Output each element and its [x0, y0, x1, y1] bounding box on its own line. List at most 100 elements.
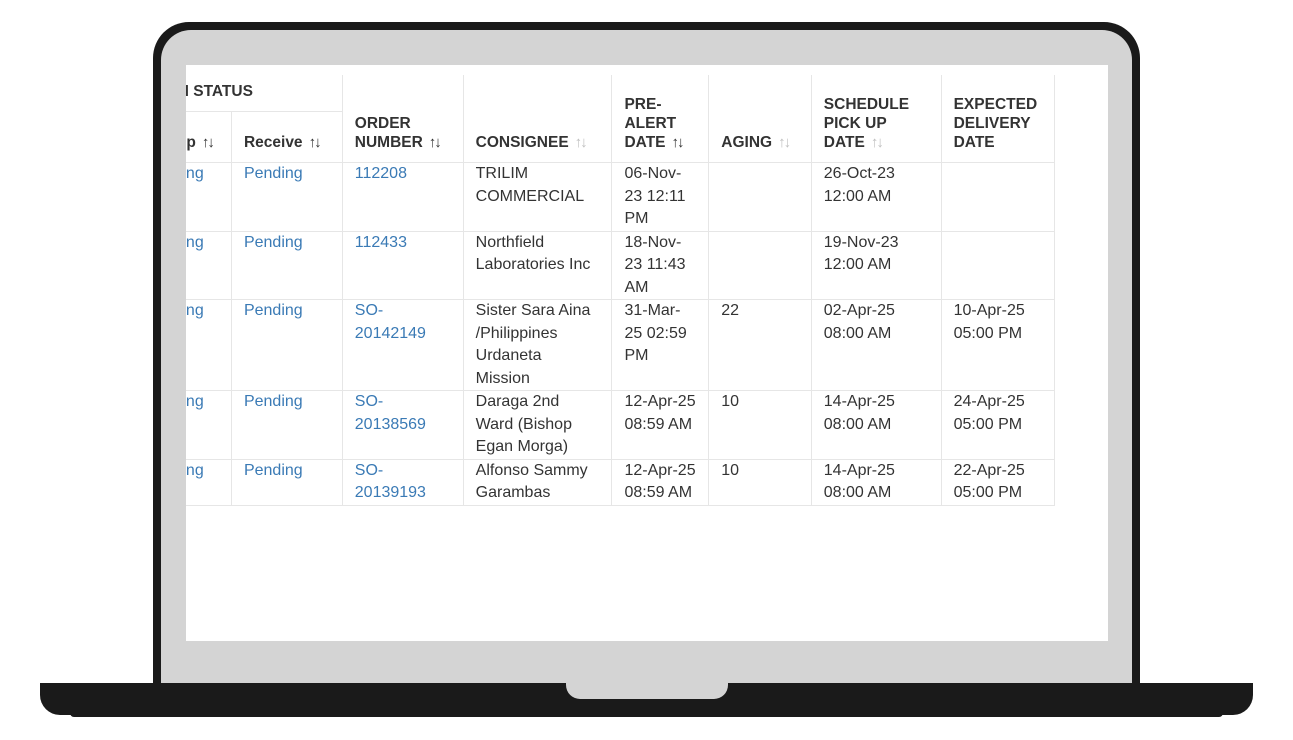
- cell-consignee: TRILIM COMMERCIAL: [475, 165, 585, 205]
- column-header-label: CONSIGNEE: [475, 134, 569, 151]
- column-header-label: ORDER NUMBER: [354, 115, 423, 151]
- laptop-base-lip: [70, 713, 1223, 717]
- table-row[interactable]: Pending Pending 112433 Northfield Laborator…: [186, 231, 1056, 300]
- sort-arrows-icon[interactable]: ↑↓: [778, 134, 791, 151]
- sort-arrows-icon[interactable]: ↑↓: [672, 134, 685, 151]
- table-cell: TRILIM COMMERCIAL: [463, 162, 613, 232]
- table-cell: Pending: [186, 459, 232, 506]
- cell-schedule-pickup-date: 26-Oct-23 12:00 AM: [823, 165, 895, 205]
- table-cell: 22-Apr-25 05:00 PM: [941, 459, 1056, 506]
- table-row[interactable]: Pending Pending SO-20142149 Sister Sara Ain…: [186, 299, 1056, 391]
- cell-consignee: Sister Sara Aina /Philippines Urdaneta M…: [475, 302, 591, 387]
- sort-arrows-icon[interactable]: ↑↓: [309, 134, 322, 151]
- cell-expected-delivery-date: 24-Apr-25 05:00 PM: [953, 393, 1025, 433]
- cell-consignee: Alfonso Sammy Garambas: [475, 461, 588, 502]
- laptop-screen-bezel: SCAN STATUS ORDER NUMBER ↑↓ CONSIGNEE ↑↓ P…: [161, 30, 1132, 690]
- table-cell: SO-20142149: [342, 299, 464, 391]
- table-cell: Pending: [231, 299, 343, 391]
- cell-pre-alert-date: 06-Nov-23 12:11 PM: [624, 165, 686, 227]
- table-cell: 12-Apr-25 08:59 AM: [611, 459, 710, 506]
- cell-pickup-status[interactable]: Pending: [186, 462, 204, 479]
- table-row[interactable]: Pending Pending SO-20139193 Alfonso Sammy G…: [186, 459, 1056, 506]
- table-cell: 22: [708, 299, 812, 391]
- cell-order-number-link[interactable]: 112433: [355, 234, 407, 251]
- orders-table: SCAN STATUS ORDER NUMBER ↑↓ CONSIGNEE ↑↓ P…: [186, 75, 1056, 506]
- table-cell: 10: [708, 459, 812, 506]
- cell-receive-status[interactable]: Pending: [244, 393, 303, 410]
- cell-pickup-status[interactable]: Pending: [186, 165, 204, 182]
- table-cell: Pending: [231, 162, 343, 232]
- cell-pre-alert-date: 18-Nov-23 11:43 AM: [624, 233, 686, 296]
- table-cell: 24-Apr-25 05:00 PM: [941, 390, 1056, 460]
- table-cell: 10: [708, 390, 812, 460]
- sort-arrows-icon[interactable]: ↑↓: [575, 134, 588, 151]
- table-cell: 112208: [342, 162, 464, 232]
- table-cell: [941, 162, 1056, 232]
- cell-aging: 10: [721, 461, 740, 479]
- column-header-order-number[interactable]: ORDER NUMBER ↑↓: [342, 75, 464, 163]
- table-row[interactable]: Pending Pending SO-20138569 Daraga 2nd Ward…: [186, 390, 1056, 460]
- cell-order-number-link[interactable]: 112208: [355, 165, 407, 182]
- cell-receive-status[interactable]: Pending: [244, 302, 303, 319]
- table-cell: SO-20139193: [342, 459, 464, 506]
- column-header-label: Pickup: [186, 134, 196, 151]
- column-header-pickup[interactable]: Pickup ↑↓: [186, 111, 232, 163]
- table-cell: Pending: [186, 299, 232, 391]
- cell-pre-alert-date: 31-Mar-25 02:59 PM: [624, 302, 687, 364]
- table-cell: 31-Mar-25 02:59 PM: [611, 299, 710, 391]
- cell-receive-status[interactable]: Pending: [244, 234, 303, 251]
- cell-schedule-pickup-date: 19-Nov-23 12:00 AM: [823, 233, 899, 274]
- cell-pickup-status[interactable]: Pending: [186, 302, 204, 319]
- table-cell: 12-Apr-25 08:59 AM: [611, 390, 710, 460]
- table-cell: 19-Nov-23 12:00 AM: [811, 231, 942, 300]
- column-header-label: Receive: [243, 134, 303, 151]
- table-cell: Northfield Laboratories Inc: [463, 231, 613, 300]
- table-cell: [708, 162, 812, 232]
- table-cell: Pending: [231, 390, 343, 460]
- table-cell: Alfonso Sammy Garambas: [463, 459, 613, 506]
- table-cell: 02-Apr-25 08:00 AM: [811, 299, 942, 391]
- cell-order-number-link[interactable]: SO-20139193: [355, 462, 426, 502]
- table-cell: 14-Apr-25 08:00 AM: [811, 390, 942, 460]
- cell-order-number-link[interactable]: SO-20138569: [355, 393, 426, 433]
- cell-receive-status[interactable]: Pending: [244, 462, 303, 479]
- cell-expected-delivery-date: 22-Apr-25 05:00 PM: [953, 461, 1025, 502]
- table-cell: Pending: [231, 231, 343, 300]
- column-header-consignee[interactable]: CONSIGNEE ↑↓: [463, 75, 613, 163]
- cell-pre-alert-date: 12-Apr-25 08:59 AM: [624, 393, 696, 433]
- cell-pickup-status[interactable]: Pending: [186, 393, 204, 410]
- column-header-label: EXPECTED DELIVERY DATE: [953, 96, 1038, 151]
- cell-pickup-status[interactable]: Pending: [186, 234, 204, 251]
- table-row[interactable]: Pending Pending 112208 TRILIM COMMERCIAL 06-…: [186, 162, 1056, 232]
- cell-expected-delivery-date: 10-Apr-25 05:00 PM: [953, 302, 1025, 342]
- column-header-label: SCHEDULE PICK UP DATE: [823, 96, 910, 151]
- table-cell: [941, 231, 1056, 300]
- table-cell: Pending: [186, 390, 232, 460]
- laptop-hinge-notch: [566, 683, 728, 699]
- column-header-schedule-pickup-date[interactable]: SCHEDULE PICK UP DATE ↑↓: [811, 75, 942, 163]
- table-cell: 06-Nov-23 12:11 PM: [611, 162, 710, 232]
- table-cell: Daraga 2nd Ward (Bishop Egan Morga): [463, 390, 613, 460]
- column-header-receive[interactable]: Receive ↑↓: [231, 111, 343, 163]
- cell-aging: 10: [721, 393, 740, 410]
- table-cell: 10-Apr-25 05:00 PM: [941, 299, 1056, 391]
- sort-arrows-icon[interactable]: ↑↓: [202, 134, 215, 151]
- table-cell: Pending: [186, 162, 232, 232]
- column-header-pre-alert-date[interactable]: PRE-ALERT DATE ↑↓: [611, 75, 710, 163]
- table-cell: Pending: [231, 459, 343, 506]
- cell-schedule-pickup-date: 02-Apr-25 08:00 AM: [823, 302, 895, 342]
- cell-schedule-pickup-date: 14-Apr-25 08:00 AM: [823, 461, 895, 502]
- sort-arrows-icon[interactable]: ↑↓: [429, 134, 442, 151]
- table-cell: 26-Oct-23 12:00 AM: [811, 162, 942, 232]
- scan-status-group-header: SCAN STATUS: [186, 75, 343, 112]
- column-header-expected-delivery-date[interactable]: EXPECTED DELIVERY DATE: [941, 75, 1056, 163]
- cell-order-number-link[interactable]: SO-20142149: [355, 302, 426, 342]
- table-cell: Pending: [186, 231, 232, 300]
- column-header-label: PRE-ALERT DATE: [624, 96, 677, 151]
- table-cell: 18-Nov-23 11:43 AM: [611, 231, 710, 300]
- table-cell: [708, 231, 812, 300]
- cell-receive-status[interactable]: Pending: [244, 165, 303, 182]
- sort-arrows-icon[interactable]: ↑↓: [871, 134, 884, 151]
- table-cell: 112433: [342, 231, 464, 300]
- column-header-aging[interactable]: AGING ↑↓: [708, 75, 812, 163]
